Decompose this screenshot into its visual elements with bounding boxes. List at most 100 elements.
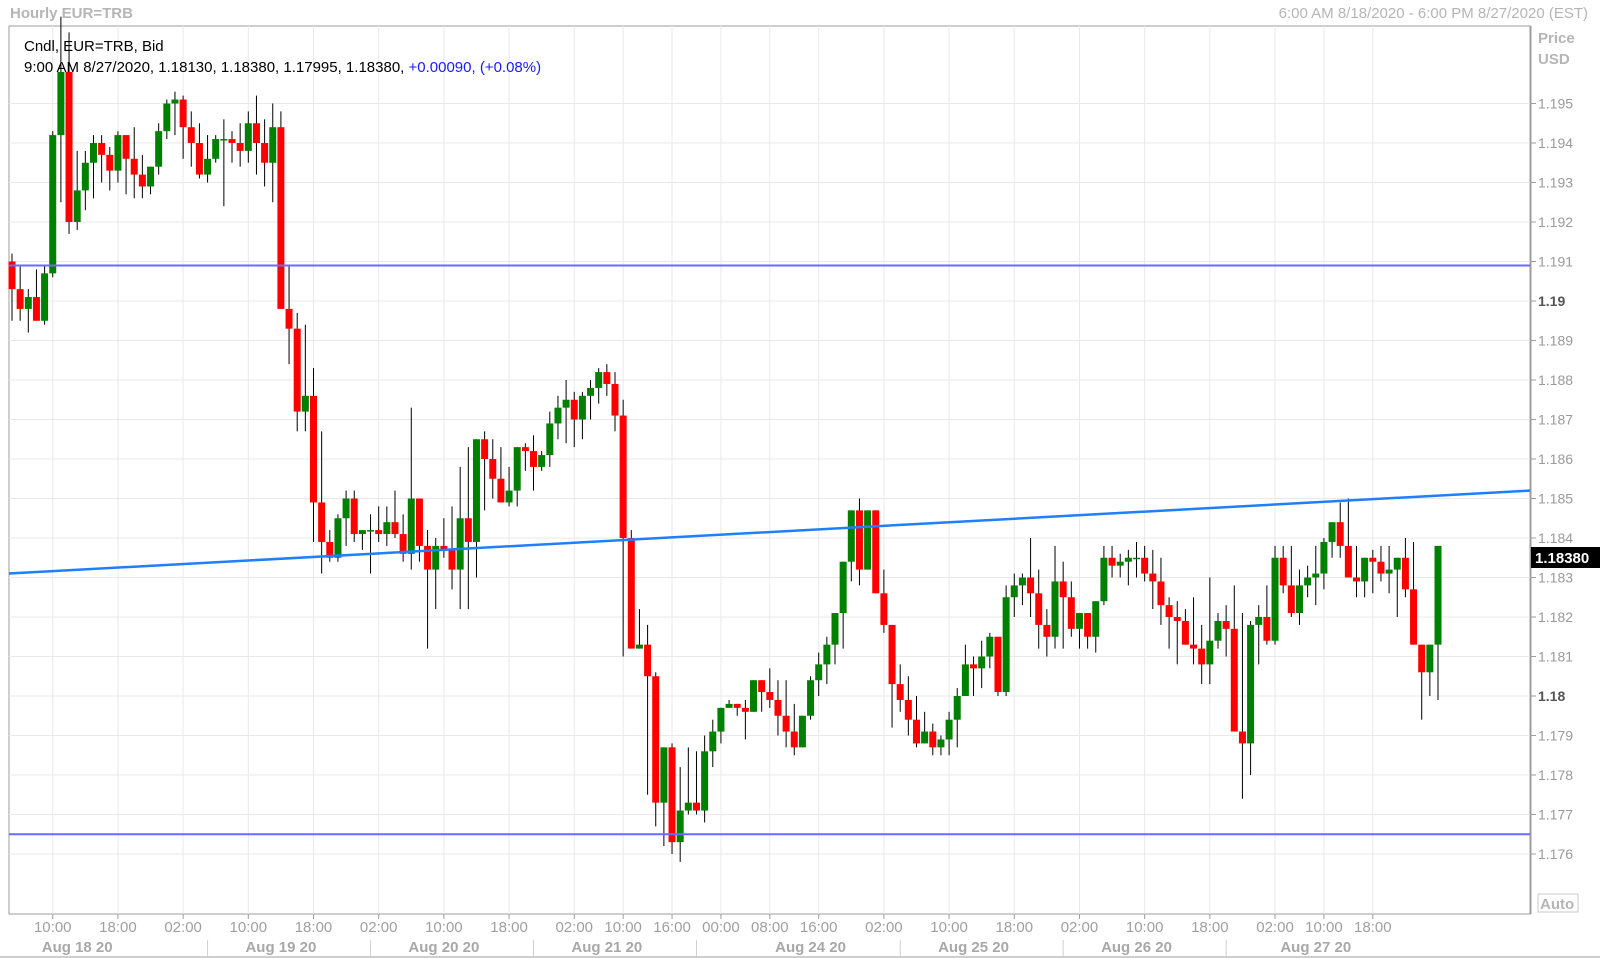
candle-body: [1051, 581, 1059, 637]
candle: [89, 135, 97, 199]
candle: [513, 447, 521, 507]
candle: [16, 265, 24, 321]
candle: [986, 632, 994, 669]
candle: [269, 103, 277, 203]
candle: [521, 443, 529, 471]
x-time-label: 18:00: [99, 919, 137, 936]
candle-body: [252, 123, 260, 143]
candle-body: [644, 644, 652, 677]
candle-body: [986, 636, 994, 657]
x-time-label: 10:00: [930, 919, 968, 936]
candle-body: [1361, 557, 1369, 582]
candle: [1035, 569, 1043, 649]
x-time-label: 10:00: [425, 919, 463, 936]
candlestick-chart[interactable]: 1.195 1.194 1.193 1.192 1.191 1.19 1.189 1.188 1…: [0, 0, 1600, 958]
x-time-label: 02:00: [1256, 919, 1294, 936]
candle: [1190, 597, 1198, 665]
candle-body: [456, 518, 464, 570]
candle: [1149, 549, 1157, 610]
candle: [823, 636, 831, 685]
candle-body: [1190, 644, 1198, 649]
candle: [1100, 545, 1108, 606]
price-change: +0.00090, (+0.08%): [408, 59, 542, 76]
candle: [448, 506, 456, 590]
candle-body: [701, 751, 709, 811]
candle: [1418, 644, 1426, 720]
candle: [921, 711, 929, 744]
candle: [147, 166, 155, 195]
x-date-label: Aug 26 20: [1101, 939, 1172, 956]
x-time-label: 18:00: [490, 919, 528, 936]
candle: [1336, 502, 1344, 558]
candle: [472, 439, 480, 578]
candle-body: [1100, 557, 1108, 602]
candle-body: [497, 478, 505, 503]
candle-body: [220, 139, 228, 141]
candle: [578, 391, 586, 440]
candle: [285, 265, 293, 365]
candle-body: [481, 439, 489, 459]
candle: [782, 680, 790, 748]
candle-body: [155, 131, 163, 167]
x-time-label: 18:00: [996, 919, 1034, 936]
candle-body: [937, 739, 945, 748]
grid: [9, 26, 1530, 914]
candle-body: [1385, 569, 1393, 574]
candle: [456, 466, 464, 610]
candle: [660, 747, 668, 847]
candle: [1426, 644, 1434, 696]
candle: [1002, 585, 1010, 696]
candle: [399, 514, 407, 562]
candle: [1369, 549, 1377, 594]
candle: [717, 707, 725, 744]
candle-body: [855, 510, 863, 570]
candle-body: [1027, 577, 1035, 594]
candle-body: [603, 372, 611, 384]
candle: [407, 407, 415, 570]
candle-body: [660, 747, 668, 803]
candle: [122, 135, 130, 195]
candle-body: [1002, 597, 1010, 693]
x-axis: 10:00 18:00 02:00 10:00 18:00 02:00 10:00 18:00…: [34, 914, 1392, 956]
candle: [1116, 553, 1124, 578]
candle: [1361, 557, 1369, 598]
candle-body: [709, 731, 717, 752]
candle: [179, 95, 187, 159]
x-time-label: 18:00: [1354, 919, 1392, 936]
candle: [236, 123, 244, 167]
x-time-label: 18:00: [295, 919, 333, 936]
candle-body: [1149, 573, 1157, 582]
candle-body: [65, 71, 73, 223]
candle: [1043, 609, 1051, 657]
candle: [978, 640, 986, 689]
x-time-label: 02:00: [164, 919, 202, 936]
candle-body: [1255, 617, 1263, 625]
candle-body: [285, 308, 293, 329]
candle: [644, 624, 652, 795]
x-time-label: 10:00: [230, 919, 268, 936]
x-date-label: Aug 24 20: [775, 939, 846, 956]
candle-body: [318, 502, 326, 542]
candle-body: [554, 407, 562, 424]
candle-body: [595, 372, 603, 388]
candle-body: [204, 158, 212, 175]
y-tick-label: 1.183: [1538, 570, 1573, 586]
candle-body: [122, 135, 130, 159]
candle: [912, 696, 920, 748]
candle: [464, 447, 472, 610]
candle-body: [187, 127, 195, 143]
auto-scale-button[interactable]: Auto: [1537, 893, 1579, 913]
candle-body: [1393, 557, 1401, 570]
candle: [807, 676, 815, 720]
candle-body: [89, 143, 97, 163]
candle-body: [790, 731, 798, 748]
candle-body: [367, 530, 375, 532]
candle: [1018, 573, 1026, 606]
candle-body: [521, 447, 529, 452]
candle-body: [1426, 644, 1434, 673]
candle-body: [1418, 644, 1426, 673]
candle-body: [530, 451, 538, 467]
candle: [204, 135, 212, 183]
candle-body: [1222, 620, 1230, 629]
candle: [1263, 585, 1271, 645]
